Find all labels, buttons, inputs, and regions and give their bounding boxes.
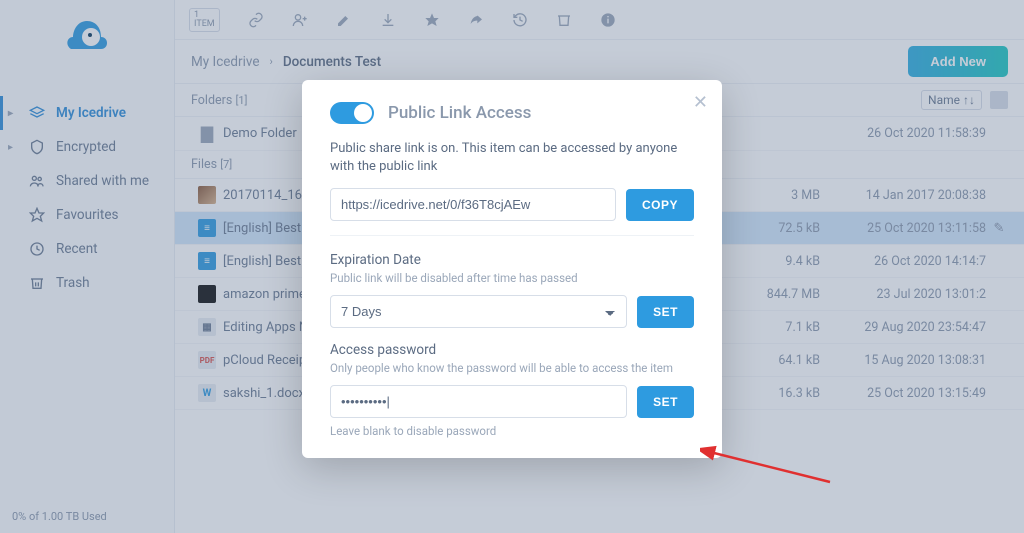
- expiration-help: Public link will be disabled after time …: [330, 271, 694, 285]
- public-link-toggle[interactable]: [330, 102, 374, 124]
- modal-overlay[interactable]: ✕ Public Link Access Public share link i…: [0, 0, 1024, 533]
- modal-description: Public share link is on. This item can b…: [330, 140, 694, 176]
- set-password-button[interactable]: SET: [637, 386, 694, 418]
- password-input[interactable]: [330, 385, 627, 418]
- expiration-label: Expiration Date: [330, 252, 694, 268]
- share-link-input[interactable]: [330, 188, 616, 221]
- close-icon[interactable]: ✕: [693, 92, 708, 113]
- expiration-select[interactable]: 7 Days: [330, 295, 627, 328]
- set-expiration-button[interactable]: SET: [637, 296, 694, 328]
- copy-button[interactable]: COPY: [626, 189, 694, 221]
- modal-title: Public Link Access: [388, 103, 531, 123]
- password-help: Only people who know the password will b…: [330, 361, 694, 375]
- password-hint: Leave blank to disable password: [330, 424, 694, 438]
- public-link-modal: ✕ Public Link Access Public share link i…: [302, 80, 722, 458]
- password-label: Access password: [330, 342, 694, 358]
